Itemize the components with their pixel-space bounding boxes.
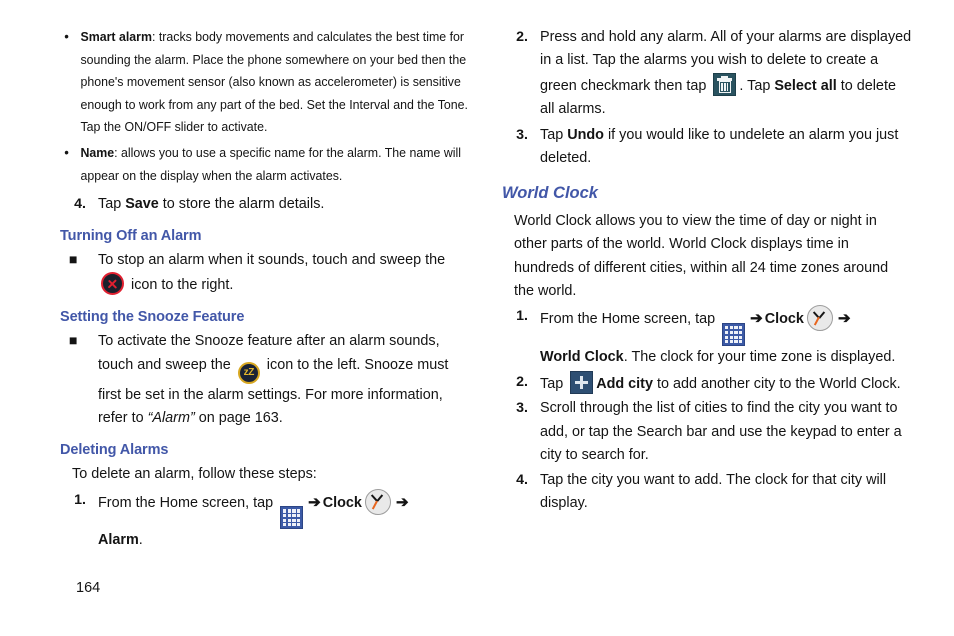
snooze-cross-reference: “Alarm”	[147, 410, 195, 427]
right-column: 2. Press and hold any alarm. All of your…	[502, 26, 912, 517]
step-text: Tap Add city to add another city to the …	[540, 370, 912, 396]
step-number: 1.	[74, 491, 86, 508]
manual-page: • Smart alarm: tracks body movements and…	[0, 0, 954, 636]
list-item-world-clock-step-4: 4. Tap the city you want to add. The clo…	[502, 469, 912, 516]
step-text-post: .	[138, 532, 143, 549]
stop-alarm-text: To stop an alarm when it sounds, touch a…	[98, 249, 470, 298]
heading-world-clock: World Clock	[502, 183, 598, 202]
bullet-text: Name: allows you to use a specific name …	[80, 142, 469, 187]
world-clock-intro: World Clock allows you to view the time …	[514, 212, 889, 300]
stop-alarm-post: icon to the right.	[127, 277, 234, 294]
step-number: 3.	[516, 126, 528, 143]
bullet-body: : allows you to use a specific name for …	[80, 144, 462, 183]
arrow-icon: ➔	[837, 310, 851, 328]
clock-label: Clock	[764, 311, 804, 328]
step-number: 4.	[74, 196, 86, 213]
arrow-icon: ➔	[308, 493, 321, 511]
step-text-post: to add another city to the World Clock.	[652, 375, 901, 392]
alarm-label: Alarm	[98, 532, 139, 549]
list-item-delete-step-2: 2. Press and hold any alarm. All of your…	[502, 26, 912, 122]
arrow-icon: ➔	[750, 310, 763, 328]
step-text-mid: . Tap	[739, 77, 775, 94]
step-number: 2.	[516, 373, 528, 390]
dismiss-alarm-icon	[101, 272, 124, 296]
list-item-world-clock-step-3: 3. Scroll through the list of cities to …	[502, 397, 912, 467]
clock-icon	[364, 488, 391, 515]
bullet-text: Smart alarm: tracks body movements and c…	[80, 26, 469, 139]
square-bullet-marker: ■	[68, 333, 78, 350]
deleting-alarms-intro: To delete an alarm, follow these steps:	[72, 466, 317, 483]
bullet-term: Name	[80, 144, 115, 160]
step-number: 4.	[516, 471, 528, 488]
apps-grid-icon	[280, 506, 304, 530]
list-item-snooze: ■ To activate the Snooze feature after a…	[60, 330, 470, 430]
step-text-bold: Save	[125, 196, 159, 213]
add-city-plus-icon	[570, 370, 594, 394]
bullet-smart-alarm: • Smart alarm: tracks body movements and…	[60, 26, 470, 139]
step-text-pre: From the Home screen, tap	[98, 494, 278, 511]
apps-grid-icon	[722, 323, 746, 347]
bullet-marker: •	[64, 29, 69, 45]
step-text: From the Home screen, tap ➔ Clock ➔ Alarm.	[98, 488, 470, 553]
bullet-term: Smart alarm	[80, 29, 152, 44]
list-item-world-clock-step-1: 1. From the Home screen, tap ➔ Clock ➔ Worl…	[502, 305, 912, 369]
list-item-stop-alarm: ■ To stop an alarm when it sounds, touch…	[60, 249, 470, 298]
snooze-icon: zZ	[237, 361, 260, 384]
step-text: Tap Undo if you would like to undelete a…	[540, 124, 912, 171]
list-item-step-4: 4. Tap Save to store the alarm details.	[60, 193, 470, 216]
square-bullet-marker: ■	[68, 252, 78, 269]
step-text: Press and hold any alarm. All of your al…	[540, 26, 912, 122]
step-text: From the Home screen, tap ➔ Clock ➔ World C…	[540, 305, 912, 369]
heading-deleting-alarms: Deleting Alarms	[60, 441, 169, 458]
step-text-pre: From the Home screen, tap	[540, 311, 720, 328]
step-text: Scroll through the list of cities to fin…	[540, 400, 902, 464]
heading-setting-the-snooze-feature: Setting the Snooze Feature	[60, 308, 245, 325]
clock-label: Clock	[322, 494, 362, 511]
add-city-label: Add city	[596, 375, 653, 392]
step-text-post: to store the alarm details.	[158, 196, 325, 213]
arrow-icon: ➔	[395, 493, 409, 511]
step-number: 3.	[516, 400, 528, 417]
bullet-marker: •	[64, 144, 69, 161]
step-number: 1.	[516, 308, 528, 325]
undo-label: Undo	[567, 126, 604, 143]
list-item-world-clock-step-2: 2. Tap Add city to add another city to t…	[502, 370, 912, 396]
list-item-delete-step-1: 1. From the Home screen, tap ➔ Clock ➔ Alar…	[60, 488, 470, 553]
step-text-pre: Tap	[98, 196, 126, 213]
step-text-post: . The clock for your time zone is displa…	[623, 349, 896, 366]
stop-alarm-pre: To stop an alarm when it sounds, touch a…	[98, 252, 446, 269]
bullet-name: • Name: allows you to use a specific nam…	[60, 142, 470, 187]
step-text: Tap the city you want to add. The clock …	[540, 471, 887, 512]
snooze-text: To activate the Snooze feature after an …	[98, 330, 470, 430]
bullet-body: : tracks body movements and calculates t…	[80, 29, 468, 135]
page-number: 164	[76, 580, 101, 596]
clock-icon	[806, 305, 833, 332]
step-text-pre: Tap	[540, 126, 568, 143]
world-clock-label: World Clock	[540, 349, 624, 366]
select-all-label: Select all	[774, 77, 837, 94]
left-column: • Smart alarm: tracks body movements and…	[60, 26, 470, 554]
snooze-post: on page 163.	[194, 410, 283, 427]
heading-turning-off-an-alarm: Turning Off an Alarm	[60, 227, 202, 244]
delete-trash-icon	[713, 72, 737, 96]
step-number: 2.	[516, 29, 528, 45]
step-text: Tap Save to store the alarm details.	[98, 193, 470, 216]
list-item-delete-step-3: 3. Tap Undo if you would like to undelet…	[502, 124, 912, 171]
step-text-pre: Tap	[540, 375, 568, 392]
